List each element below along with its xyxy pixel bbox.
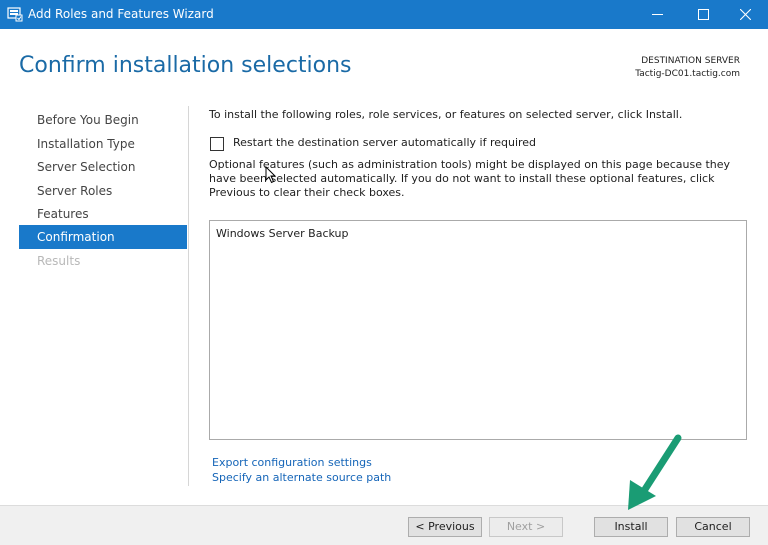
maximize-button[interactable] bbox=[680, 0, 726, 29]
mouse-cursor-icon bbox=[265, 165, 277, 188]
minimize-icon bbox=[652, 14, 663, 15]
title-bar[interactable]: Add Roles and Features Wizard bbox=[0, 0, 768, 29]
selected-features-list[interactable]: Windows Server Backup bbox=[209, 220, 747, 440]
list-item: Windows Server Backup bbox=[216, 227, 349, 240]
server-manager-icon bbox=[7, 6, 23, 22]
next-button: Next > bbox=[489, 517, 563, 537]
export-configuration-link[interactable]: Export configuration settings bbox=[212, 456, 372, 469]
green-arrow-icon bbox=[620, 432, 690, 520]
maximize-icon bbox=[698, 9, 709, 20]
page-title: Confirm installation selections bbox=[19, 53, 352, 78]
minimize-button[interactable] bbox=[634, 0, 680, 29]
close-icon bbox=[740, 9, 751, 20]
destination-server-value: Tactig-DC01.tactig.com bbox=[635, 69, 740, 79]
alternate-source-path-link[interactable]: Specify an alternate source path bbox=[212, 471, 391, 484]
close-button[interactable] bbox=[722, 0, 768, 29]
sidebar-item-before-you-begin[interactable]: Before You Begin bbox=[19, 108, 187, 132]
sidebar-item-server-roles[interactable]: Server Roles bbox=[19, 179, 187, 203]
wizard-window: Add Roles and Features Wizard Confirm in… bbox=[0, 0, 768, 545]
destination-server-label: DESTINATION SERVER bbox=[641, 56, 740, 66]
install-button[interactable]: Install bbox=[594, 517, 668, 537]
sidebar-item-results: Results bbox=[37, 254, 81, 268]
restart-checkbox[interactable] bbox=[210, 137, 224, 151]
intro-text: To install the following roles, role ser… bbox=[209, 108, 683, 121]
sidebar-item-installation-type[interactable]: Installation Type bbox=[19, 132, 187, 156]
optional-features-text: Optional features (such as administratio… bbox=[209, 158, 731, 199]
window-title: Add Roles and Features Wizard bbox=[28, 7, 214, 21]
previous-button[interactable]: < Previous bbox=[408, 517, 482, 537]
sidebar-item-server-selection[interactable]: Server Selection bbox=[19, 155, 187, 179]
sidebar-item-features[interactable]: Features bbox=[19, 202, 187, 226]
sidebar-item-confirmation[interactable]: Confirmation bbox=[19, 225, 187, 249]
sidebar-divider bbox=[188, 106, 189, 486]
cancel-button[interactable]: Cancel bbox=[676, 517, 750, 537]
restart-checkbox-label[interactable]: Restart the destination server automatic… bbox=[233, 136, 536, 149]
